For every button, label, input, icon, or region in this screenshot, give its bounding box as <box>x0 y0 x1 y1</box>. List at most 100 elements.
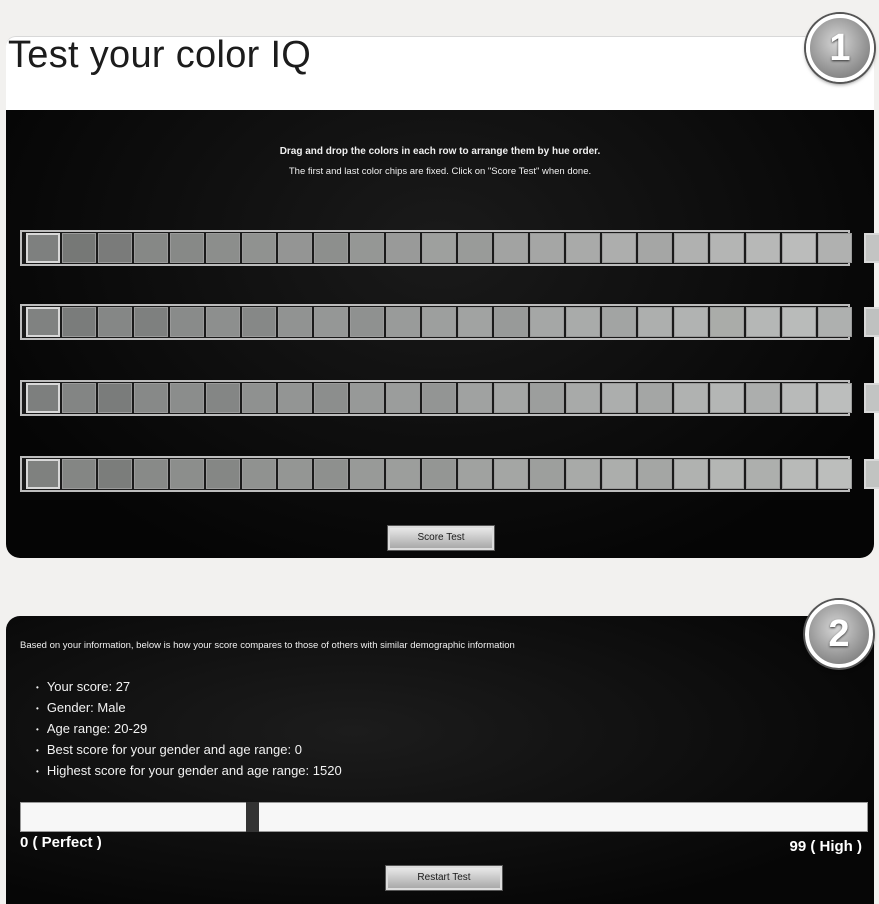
color-chip[interactable] <box>710 233 744 263</box>
bullet-icon: • <box>36 767 39 777</box>
color-chip[interactable] <box>62 383 96 413</box>
color-chip[interactable] <box>746 383 780 413</box>
color-chip[interactable] <box>710 307 744 337</box>
color-chip[interactable] <box>494 307 528 337</box>
color-chip[interactable] <box>134 383 168 413</box>
color-chip[interactable] <box>674 459 708 489</box>
color-chip[interactable] <box>818 307 852 337</box>
color-chip[interactable] <box>818 233 852 263</box>
color-chip[interactable] <box>746 307 780 337</box>
color-chip[interactable] <box>746 459 780 489</box>
color-chip[interactable] <box>530 383 564 413</box>
color-chip[interactable] <box>422 233 456 263</box>
color-chip[interactable] <box>314 233 348 263</box>
color-chip[interactable] <box>134 233 168 263</box>
color-chip[interactable] <box>818 459 852 489</box>
color-chip[interactable] <box>206 383 240 413</box>
color-chip[interactable] <box>170 459 204 489</box>
color-chip[interactable] <box>314 383 348 413</box>
color-chip[interactable] <box>170 233 204 263</box>
color-chip[interactable] <box>494 233 528 263</box>
color-chip[interactable] <box>638 383 672 413</box>
color-chip[interactable] <box>458 459 492 489</box>
color-chip[interactable] <box>314 459 348 489</box>
color-chip[interactable] <box>602 383 636 413</box>
color-chip[interactable] <box>782 383 816 413</box>
color-chip[interactable] <box>134 459 168 489</box>
step-2-badge: 2 <box>805 600 873 668</box>
color-chip[interactable] <box>206 459 240 489</box>
color-chip[interactable] <box>98 233 132 263</box>
color-chip[interactable] <box>602 307 636 337</box>
color-chip[interactable] <box>674 233 708 263</box>
color-chip[interactable] <box>350 459 384 489</box>
color-chip[interactable] <box>602 233 636 263</box>
color-chip[interactable] <box>350 383 384 413</box>
color-chip[interactable] <box>386 459 420 489</box>
restart-test-button[interactable]: Restart Test <box>385 865 503 891</box>
color-chip[interactable] <box>98 307 132 337</box>
color-chip[interactable] <box>710 459 744 489</box>
color-chip[interactable] <box>494 459 528 489</box>
chip-row-4 <box>20 456 879 492</box>
color-chip[interactable] <box>62 307 96 337</box>
color-chip[interactable] <box>422 459 456 489</box>
color-chip[interactable] <box>242 459 276 489</box>
color-chip[interactable] <box>746 233 780 263</box>
color-chip[interactable] <box>602 459 636 489</box>
color-chip[interactable] <box>566 383 600 413</box>
result-item: • Best score for your gender and age rang… <box>36 742 302 757</box>
color-chip[interactable] <box>206 307 240 337</box>
color-chip[interactable] <box>422 307 456 337</box>
color-chip[interactable] <box>386 383 420 413</box>
color-chip[interactable] <box>62 233 96 263</box>
color-chip[interactable] <box>638 307 672 337</box>
color-chip[interactable] <box>638 233 672 263</box>
result-item: • Your score: 27 <box>36 679 131 694</box>
color-chip[interactable] <box>350 233 384 263</box>
color-chip[interactable] <box>422 383 456 413</box>
color-chip[interactable] <box>566 307 600 337</box>
color-chip[interactable] <box>98 383 132 413</box>
color-chip[interactable] <box>278 383 312 413</box>
fixed-color-chip <box>864 233 879 263</box>
color-chip[interactable] <box>494 383 528 413</box>
color-chip[interactable] <box>62 459 96 489</box>
color-chip[interactable] <box>278 233 312 263</box>
color-chip[interactable] <box>566 459 600 489</box>
color-chip[interactable] <box>350 307 384 337</box>
color-chip[interactable] <box>206 233 240 263</box>
bullet-icon: • <box>36 683 39 693</box>
color-chip[interactable] <box>530 459 564 489</box>
color-chip[interactable] <box>314 307 348 337</box>
color-chip[interactable] <box>530 233 564 263</box>
score-test-button[interactable]: Score Test <box>387 525 495 551</box>
color-chip[interactable] <box>170 383 204 413</box>
color-chip[interactable] <box>134 307 168 337</box>
color-chip[interactable] <box>458 233 492 263</box>
color-chip[interactable] <box>530 307 564 337</box>
color-chip[interactable] <box>242 383 276 413</box>
color-chip[interactable] <box>386 233 420 263</box>
color-chip[interactable] <box>566 233 600 263</box>
color-chip[interactable] <box>242 233 276 263</box>
color-chip[interactable] <box>674 307 708 337</box>
color-chip[interactable] <box>638 459 672 489</box>
color-chip[interactable] <box>386 307 420 337</box>
color-chip[interactable] <box>818 383 852 413</box>
color-chip[interactable] <box>782 233 816 263</box>
color-chip[interactable] <box>278 459 312 489</box>
fixed-color-chip <box>864 307 879 337</box>
color-chip[interactable] <box>458 307 492 337</box>
color-chip[interactable] <box>710 383 744 413</box>
color-chip[interactable] <box>782 307 816 337</box>
results-list: • Your score: 27 • Gender: Male • Age range… <box>36 676 342 781</box>
color-chip[interactable] <box>782 459 816 489</box>
color-chip[interactable] <box>98 459 132 489</box>
color-chip[interactable] <box>674 383 708 413</box>
scale-min-label: 0 ( Perfect ) <box>20 834 102 851</box>
color-chip[interactable] <box>242 307 276 337</box>
color-chip[interactable] <box>458 383 492 413</box>
color-chip[interactable] <box>170 307 204 337</box>
color-chip[interactable] <box>278 307 312 337</box>
